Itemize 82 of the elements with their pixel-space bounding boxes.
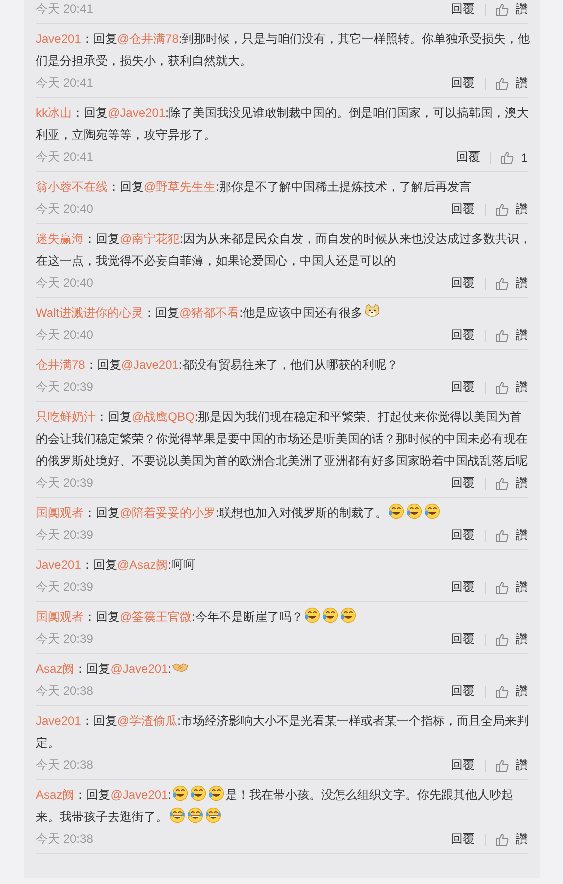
comment-text: 迷失赢海：回复@南宁花犯:因为从来都是民众自发，而自发的时候从来也没达成过多数共识，在这一点，我觉得不必妄自菲薄，如果论爱国心，中国人还是可以的 <box>36 231 533 270</box>
thumbs-up-icon <box>496 580 509 594</box>
laughing-crying-emoji-icon <box>406 503 424 520</box>
laughing-crying-emoji-icon <box>424 503 442 520</box>
reply-link[interactable]: 回覆 <box>451 631 475 648</box>
comment-text: 国阒观者：回复@筌篌王官微:今年不是断崖了吗？ <box>36 606 534 628</box>
like-button[interactable]: 讚 <box>496 831 528 848</box>
like-button[interactable]: 讚 <box>496 201 528 218</box>
thumbs-up-icon <box>496 380 509 394</box>
laughing-crying-emoji-icon <box>388 503 406 520</box>
comment-time: 今天 20:39 <box>36 527 94 544</box>
reply-link[interactable]: 回覆 <box>451 527 475 544</box>
reply-link[interactable]: 回覆 <box>451 1 475 18</box>
like-button[interactable]: 讚 <box>496 631 528 648</box>
comment-time: 今天 20:39 <box>36 631 94 648</box>
reply-link[interactable]: 回覆 <box>451 757 475 774</box>
like-button[interactable]: 讚 <box>496 1 528 18</box>
thumbs-up-icon <box>501 150 514 164</box>
comment-text: Asaz阙：回复@Jave201: <box>36 658 534 680</box>
grinning-tears-emoji-icon <box>168 807 186 824</box>
thumbs-up-icon <box>496 832 509 846</box>
laughing-crying-emoji-icon <box>208 785 226 802</box>
like-button[interactable]: 讚 <box>496 275 528 292</box>
dog-face-emoji-icon <box>364 303 381 320</box>
comment-text: 仓井满78：回复@Jave201:都没有贸易往来了，他们从哪获的利呢？ <box>36 357 400 374</box>
comment-time: 今天 20:40 <box>36 201 94 218</box>
reply-link[interactable]: 回覆 <box>451 275 475 292</box>
comment-text: Jave201：回复@Asaz阙:呵呵 <box>36 557 197 574</box>
comment-time: 今天 20:38 <box>36 831 94 848</box>
reply-link[interactable]: 回覆 <box>456 149 480 166</box>
comment-time: 今天 20:39 <box>36 475 94 492</box>
laughing-crying-emoji-icon <box>322 607 340 624</box>
like-button[interactable]: 讚 <box>496 327 528 344</box>
comment-time: 今天 20:38 <box>36 683 94 700</box>
laughing-crying-emoji-icon <box>172 785 190 802</box>
reply-link[interactable]: 回覆 <box>451 475 475 492</box>
thumbs-up-icon <box>496 202 509 216</box>
comment-text: 只吃鲜奶汁：回复@战鹰QBQ:那是因为我们现在稳定和平繁荣、打起仗来你觉得以美国为首的会让我们稳定繁荣？你觉得苹果是要中国的市场还是听美国的话？那时候的中国未必有现在的俄罗斯处境好、不要说以美国为首的欧洲合北美洲了亚洲都有好多国家盼着中国战乱落后呢 <box>36 409 529 470</box>
like-button[interactable]: 讚 <box>496 379 528 396</box>
thumbs-up-icon <box>496 528 509 542</box>
reply-link[interactable]: 回覆 <box>451 327 475 344</box>
grinning-tears-emoji-icon <box>186 807 204 824</box>
comment-time: 今天 20:41 <box>36 75 94 92</box>
thumbs-up-icon <box>496 684 509 698</box>
reply-link[interactable]: 回覆 <box>451 683 475 700</box>
comment-text: 翁小蓉不在线：回复@野草先生生:那你是不了解中国稀土提炼技术，了解后再发言 <box>36 179 473 196</box>
thumbs-up-icon <box>496 758 509 772</box>
laughing-crying-emoji-icon <box>304 607 322 624</box>
reply-link[interactable]: 回覆 <box>451 201 475 218</box>
comment-time: 今天 20:41 <box>36 149 94 166</box>
comment-text: Jave201：回复@学渣偷瓜:市场经济影响大小不是光看某一样或者某一个指标，而且全局来判定。 <box>36 713 530 752</box>
reply-link[interactable]: 回覆 <box>451 831 475 848</box>
thumbs-up-icon <box>496 2 509 16</box>
comment-text: Walt进溅进你的心灵：回复@猪都不看:他是应该中国还有很多 <box>36 302 534 324</box>
reply-link[interactable]: 回覆 <box>451 379 475 396</box>
like-button[interactable]: 讚 <box>496 579 528 596</box>
comment-time: 今天 20:41 <box>36 1 94 18</box>
laughing-crying-emoji-icon <box>340 607 358 624</box>
comment-time: 今天 20:39 <box>36 579 94 596</box>
like-button[interactable]: 讚 <box>496 683 528 700</box>
comment-text: kk冰山：回复@Jave201:除了美国我没见谁敢制裁中国的。倒是咱们国家，可以搞韩国，澳大利亚，立陶宛等等，攻守异形了。 <box>36 105 530 144</box>
comment-time: 今天 20:38 <box>36 757 94 774</box>
thumbs-up-icon <box>496 476 509 490</box>
like-button[interactable]: 讚 <box>496 527 528 544</box>
comment-text: Jave201：回复@仓井满78:到那时候，只是与咱们没有，其它一样照转。你单独承受损失，他们是分担承受，损失小，获利自然就大。 <box>36 31 532 70</box>
thumbs-up-icon <box>496 76 509 90</box>
comment-text: 国阒观者：回复@陪着妥妥的小罗:联想也加入对俄罗斯的制裁了。 <box>36 502 534 524</box>
grinning-tears-emoji-icon <box>204 807 222 824</box>
reply-link[interactable]: 回覆 <box>451 75 475 92</box>
comment-time: 今天 20:40 <box>36 327 94 344</box>
thumbs-up-icon <box>496 632 509 646</box>
laughing-crying-emoji-icon <box>190 785 208 802</box>
like-button[interactable]: 讚 <box>496 475 528 492</box>
thumbs-up-icon <box>496 328 509 342</box>
comment-time: 今天 20:40 <box>36 275 94 292</box>
comment-time: 今天 20:39 <box>36 379 94 396</box>
comment-text: Asaz阙：回复@Jave201: 是！我在带小孩。没怎么组织文字。你先跟其他人吵起来。我带孩子去逛街了。 <box>36 784 534 828</box>
like-button[interactable]: 讚 <box>496 757 528 774</box>
reply-link[interactable]: 回覆 <box>451 579 475 596</box>
like-button[interactable]: 1 <box>501 150 528 164</box>
thumbs-up-icon <box>496 276 509 290</box>
like-button[interactable]: 讚 <box>496 75 528 92</box>
